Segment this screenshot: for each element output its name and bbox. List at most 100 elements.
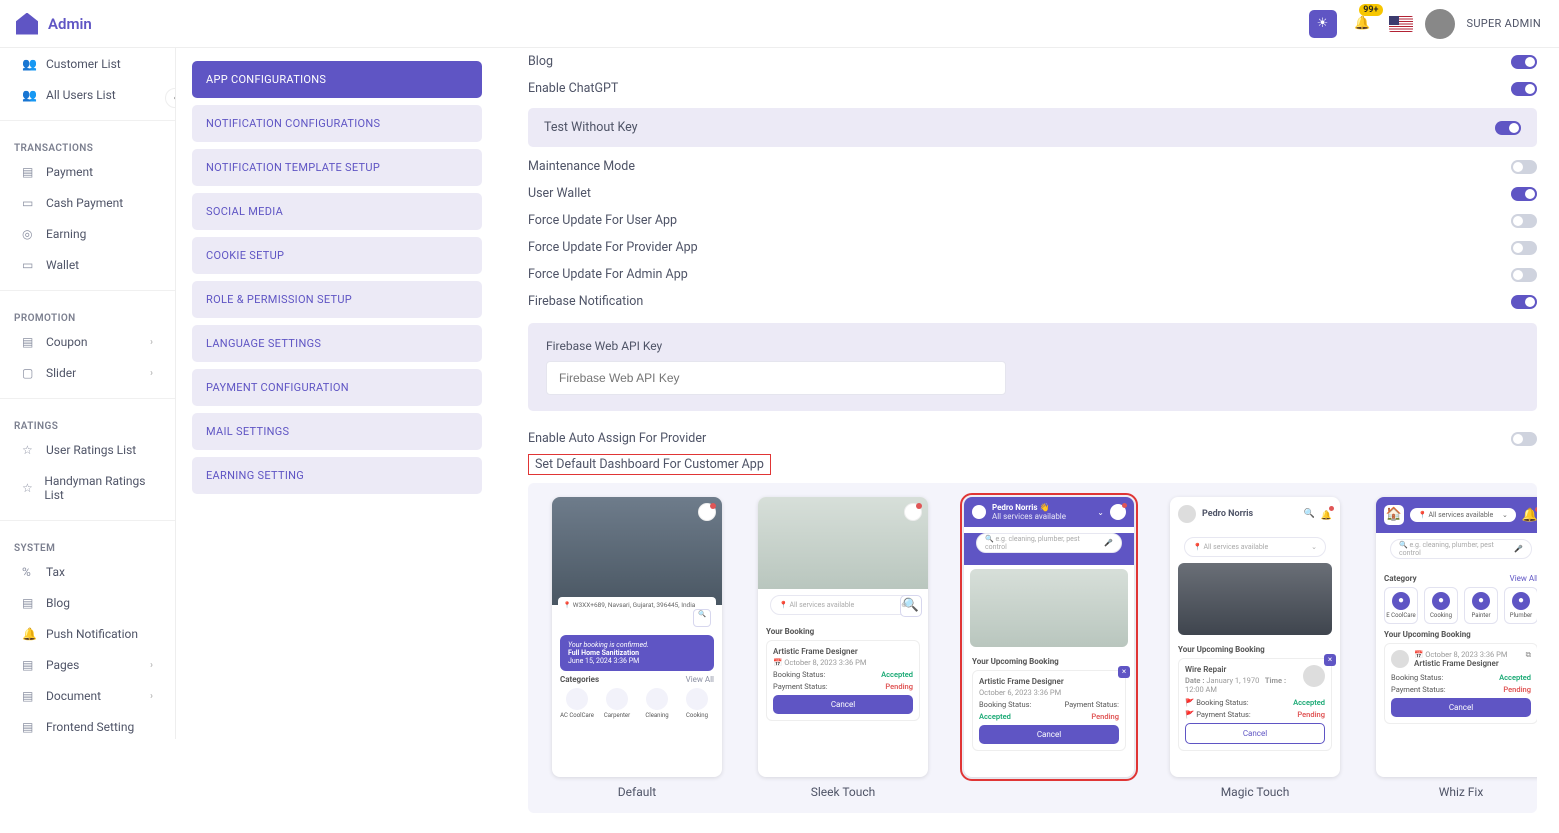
sidebar-item[interactable]: ☆Handyman Ratings List <box>6 466 169 510</box>
sidebar-item[interactable]: % Tax <box>6 557 169 587</box>
brand-text: Admin <box>48 15 92 33</box>
dashboard-card[interactable]: 📍 W3XX+689, Navsari, Gujarat, 396445, In… <box>542 497 732 799</box>
setting-toggle[interactable] <box>1511 187 1537 201</box>
subnav-item[interactable]: COOKIE SETUP <box>192 237 482 274</box>
sidebar-item[interactable]: 🔔Push Notification <box>6 619 169 649</box>
dashboard-card-title: Magic Touch <box>1221 785 1290 799</box>
sidebar-item[interactable]: ▭ Cash Payment <box>6 188 169 218</box>
dashboard-card[interactable]: Pedro Norris🔍🔔 📍 All services available … <box>1160 497 1350 799</box>
setting-row: Force Update For User App <box>528 207 1537 234</box>
setting-row: Force Update For Admin App <box>528 261 1537 288</box>
menu-icon: ▤ <box>22 165 36 179</box>
notification-badge: 99+ <box>1359 4 1382 16</box>
subnav-item[interactable]: PAYMENT CONFIGURATION <box>192 369 482 406</box>
sidebar-item[interactable]: ▤Frontend Setting <box>6 712 169 739</box>
setting-row: Maintenance Mode <box>528 153 1537 180</box>
sidebar-item[interactable]: ▤ Pages › <box>6 650 169 680</box>
setting-toggle[interactable] <box>1511 268 1537 282</box>
sidebar-item[interactable]: ◎Earning <box>6 219 169 249</box>
setting-row: Enable ChatGPT <box>528 75 1537 102</box>
sidebar-item-label: Slider <box>46 366 76 380</box>
subnav-item[interactable]: APP CONFIGURATIONS <box>192 61 482 98</box>
dashboard-preview: 📍 W3XX+689, Navsari, Gujarat, 396445, In… <box>552 497 722 777</box>
chevron-right-icon: › <box>150 691 153 702</box>
notifications-button[interactable]: 🔔 99+ <box>1349 10 1377 38</box>
sidebar-item[interactable]: ▭Wallet <box>6 250 169 280</box>
dashboard-card-title: Sleek Touch <box>811 785 876 799</box>
setting-row: User Wallet <box>528 180 1537 207</box>
setting-toggle[interactable] <box>1511 241 1537 255</box>
setting-row: Firebase Notification <box>528 288 1537 315</box>
user-role-label: SUPER ADMIN <box>1467 17 1542 30</box>
menu-icon: ▤ <box>22 335 36 349</box>
sidebar-item-label: Coupon <box>46 335 87 349</box>
avatar[interactable] <box>1425 9 1455 39</box>
chevron-right-icon: › <box>150 660 153 671</box>
setting-toggle[interactable] <box>1511 432 1537 446</box>
sidebar-item-label: Frontend Setting <box>46 720 134 734</box>
sun-icon: ☀ <box>1317 16 1329 31</box>
dashboard-card[interactable]: Pedro Norris 👋All services available⌄ 🔍 … <box>954 497 1144 799</box>
sidebar-group-title: SYSTEM <box>0 531 175 556</box>
menu-icon: % <box>22 565 36 579</box>
users-icon: 👥 <box>22 57 36 71</box>
toggle-test-without-key[interactable] <box>1495 121 1521 135</box>
dashboard-preview: Pedro Norris🔍🔔 📍 All services available … <box>1170 497 1340 777</box>
dashboard-preview: Pedro Norris 👋All services available⌄ 🔍 … <box>964 497 1134 777</box>
menu-icon: ▤ <box>22 596 36 610</box>
dashboard-card-title: Whiz Fix <box>1439 785 1484 799</box>
subnav-item[interactable]: ROLE & PERMISSION SETUP <box>192 281 482 318</box>
sidebar-item-label: Tax <box>46 565 65 579</box>
menu-icon: ▤ <box>22 658 36 672</box>
setting-toggle[interactable] <box>1511 160 1537 174</box>
dashboard-card[interactable]: 🏠 📍 All services available⌄ 🔔 🔍 e.g. cle… <box>1366 497 1537 799</box>
setting-toggle[interactable] <box>1511 214 1537 228</box>
menu-icon: ▭ <box>22 196 36 210</box>
subnav-item[interactable]: NOTIFICATION CONFIGURATIONS <box>192 105 482 142</box>
sidebar-item[interactable]: ☆User Ratings List <box>6 435 169 465</box>
sidebar-item[interactable]: ▤ Payment <box>6 157 169 187</box>
chevron-right-icon: › <box>150 368 153 379</box>
subnav-item[interactable]: MAIL SETTINGS <box>192 413 482 450</box>
sidebar-item-label: All Users List <box>46 88 116 102</box>
sidebar-item[interactable]: ▤Coupon› <box>6 327 169 357</box>
setting-label: Enable Auto Assign For Provider <box>528 431 706 446</box>
brand-area[interactable]: Admin <box>0 13 176 35</box>
sidebar-group-title: RATINGS <box>0 409 175 434</box>
setting-toggle[interactable] <box>1511 82 1537 96</box>
menu-icon: ☆ <box>22 443 36 457</box>
subnav-item[interactable]: NOTIFICATION TEMPLATE SETUP <box>192 149 482 186</box>
dashboard-card[interactable]: 📍 All services available ⊕ 🔍 Your Bookin… <box>748 497 938 799</box>
firebase-key-label: Firebase Web API Key <box>546 339 1519 353</box>
menu-icon: ☆ <box>22 481 34 495</box>
subnav-item[interactable]: EARNING SETTING <box>192 457 482 494</box>
setting-label: Firebase Notification <box>528 294 643 309</box>
theme-toggle-button[interactable]: ☀ <box>1309 10 1337 38</box>
settings-main: Blog Enable ChatGPT Test Without Key Mai… <box>506 48 1559 833</box>
sidebar-item[interactable]: ▢Slider› <box>6 358 169 388</box>
sidebar-item[interactable]: 👥Customer List <box>6 49 169 79</box>
sidebar-item-label: Cash Payment <box>46 196 123 210</box>
sidebar: ‹ 👥Customer List👥All Users List TRANSACT… <box>0 48 176 739</box>
language-flag-us[interactable] <box>1389 16 1413 32</box>
setting-toggle[interactable] <box>1511 55 1537 69</box>
settings-subnav: APP CONFIGURATIONS NOTIFICATION CONFIGURA… <box>176 48 506 833</box>
setting-row: Blog <box>528 48 1537 75</box>
setting-toggle[interactable] <box>1511 295 1537 309</box>
menu-icon: ▭ <box>22 258 36 272</box>
dashboard-section-label: Set Default Dashboard For Customer App <box>528 454 771 475</box>
sidebar-item[interactable]: ▤Document› <box>6 681 169 711</box>
sidebar-item-label: Payment <box>46 165 93 179</box>
dashboard-cards-row: 📍 W3XX+689, Navsari, Gujarat, 396445, In… <box>528 483 1537 813</box>
subnav-item[interactable]: LANGUAGE SETTINGS <box>192 325 482 362</box>
setting-label: Blog <box>528 54 553 69</box>
firebase-key-panel: Firebase Web API Key <box>528 323 1537 411</box>
firebase-key-input[interactable] <box>546 361 1006 395</box>
setting-label: Force Update For Admin App <box>528 267 688 282</box>
subnav-item[interactable]: SOCIAL MEDIA <box>192 193 482 230</box>
sidebar-item[interactable]: ▤Blog <box>6 588 169 618</box>
chevron-left-icon: ‹ <box>173 93 176 104</box>
sidebar-item-label: Pages <box>46 658 79 672</box>
menu-icon: ▤ <box>22 689 36 703</box>
sidebar-item[interactable]: 👥All Users List <box>6 80 169 110</box>
